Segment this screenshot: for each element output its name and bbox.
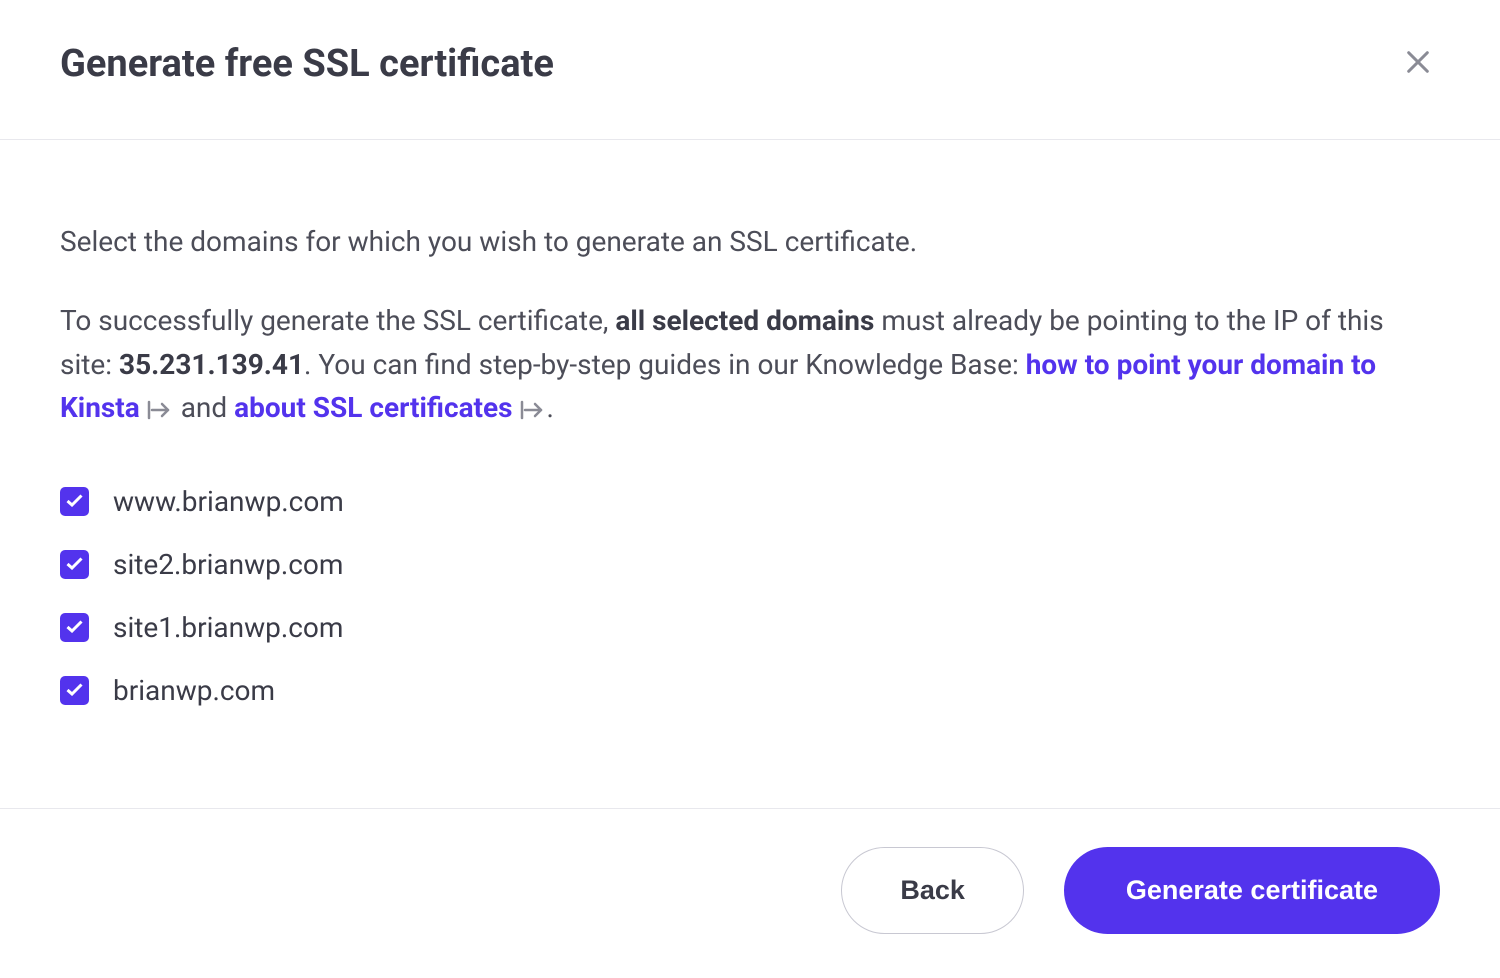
check-icon [66,555,83,574]
check-icon [66,681,83,700]
info-text: To successfully generate the SSL certifi… [60,299,1440,429]
domain-item[interactable]: site2.brianwp.com [60,548,1440,581]
check-icon [66,618,83,637]
close-icon [1404,48,1432,79]
domain-item[interactable]: www.brianwp.com [60,485,1440,518]
generate-certificate-button[interactable]: Generate certificate [1064,847,1440,934]
info-and: and [174,391,234,424]
close-button[interactable] [1396,40,1440,87]
domain-label: site1.brianwp.com [113,611,343,644]
link-about-ssl[interactable]: about SSL certificates [234,391,512,424]
domain-item[interactable]: brianwp.com [60,674,1440,707]
modal-title: Generate free SSL certificate [60,42,554,86]
external-link-icon [519,399,545,421]
ssl-modal: Generate free SSL certificate Select the… [0,0,1500,978]
domain-checkbox[interactable] [60,550,89,579]
domain-item[interactable]: site1.brianwp.com [60,611,1440,644]
external-link-icon [146,399,172,421]
domain-label: www.brianwp.com [113,485,344,518]
domain-label: site2.brianwp.com [113,548,343,581]
domain-list: www.brianwp.com site2.brianwp.com site1.… [60,485,1440,707]
info-end: . [547,391,554,424]
domain-label: brianwp.com [113,674,275,707]
check-icon [66,492,83,511]
info-bold-domains: all selected domains [615,304,874,337]
info-mid2: . You can find step-by-step guides in ou… [304,348,1026,381]
domain-checkbox[interactable] [60,676,89,705]
info-pre: To successfully generate the SSL certifi… [60,304,615,337]
modal-body: Select the domains for which you wish to… [0,140,1500,808]
domain-checkbox[interactable] [60,487,89,516]
modal-header: Generate free SSL certificate [0,0,1500,140]
modal-footer: Back Generate certificate [0,808,1500,978]
back-button[interactable]: Back [841,847,1024,934]
intro-text: Select the domains for which you wish to… [60,220,1440,263]
domain-checkbox[interactable] [60,613,89,642]
info-ip: 35.231.139.41 [119,348,304,381]
